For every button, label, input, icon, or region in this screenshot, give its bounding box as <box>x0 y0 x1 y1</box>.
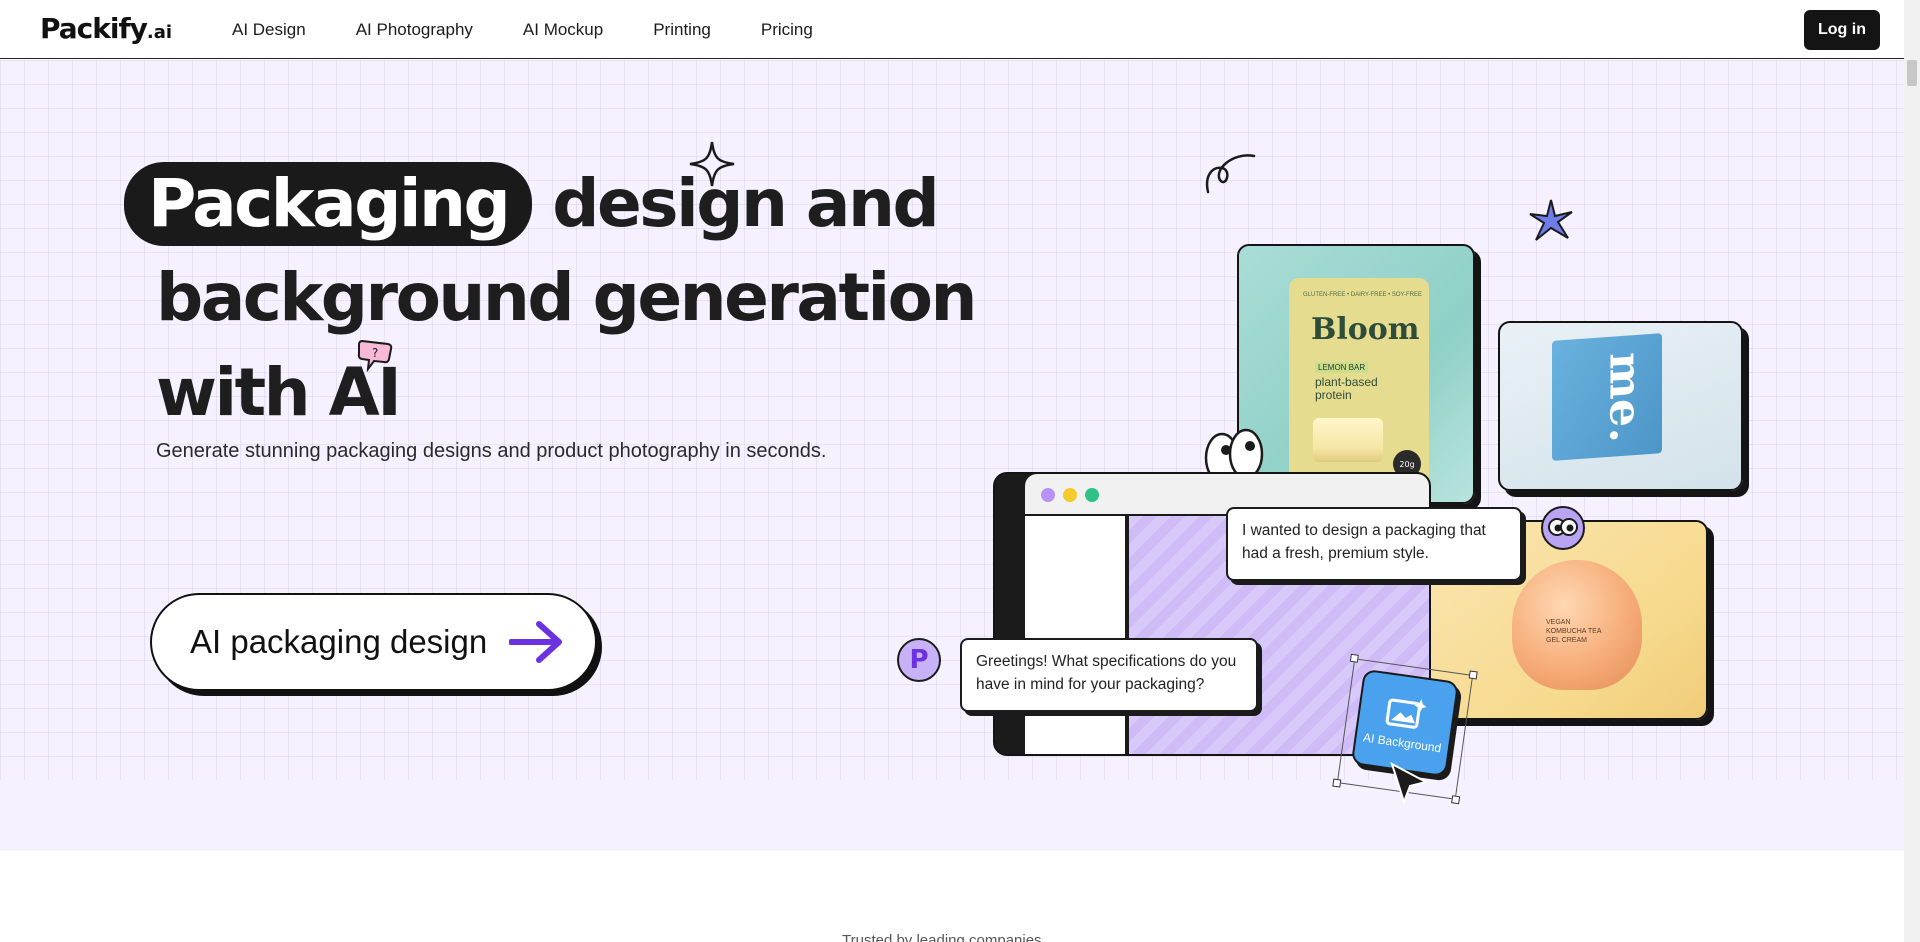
box-brand: me. <box>1599 350 1651 444</box>
selection-handle <box>1332 778 1342 788</box>
image-sparkle-icon <box>1385 698 1427 729</box>
avatar-letter: P <box>909 645 929 675</box>
login-button[interactable]: Log in <box>1804 10 1880 50</box>
bloom-pouch: GLUTEN-FREE • DAIRY-FREE • SOY-FREE Bloo… <box>1289 278 1429 502</box>
scrollbar-thumb[interactable] <box>1907 60 1917 86</box>
selection-handle <box>1468 670 1478 680</box>
face-avatar <box>1541 506 1585 550</box>
hero-section: Packaging design and background generatio… <box>0 60 1904 851</box>
ai-packaging-design-button[interactable]: AI packaging design <box>150 593 597 691</box>
jar-label: VEGAN KOMBUCHA TEA GEL CREAM <box>1546 619 1602 644</box>
logo-suffix: .ai <box>146 22 173 43</box>
logo-text: Packify <box>40 12 148 45</box>
chat-bubble-assistant: Greetings! What specifications do you ha… <box>960 638 1258 712</box>
site-header: Packify.ai AI Design AI Photography AI M… <box>0 0 1904 59</box>
selection-handle <box>1349 653 1359 663</box>
cake-image <box>1313 418 1383 462</box>
main-nav: AI Design AI Photography AI Mockup Print… <box>232 0 863 59</box>
svg-text:?: ? <box>372 346 378 360</box>
assistant-avatar: P <box>897 638 941 682</box>
nav-ai-mockup[interactable]: AI Mockup <box>523 20 603 40</box>
nav-ai-design[interactable]: AI Design <box>232 20 306 40</box>
hero-headline: Packaging design and <box>124 156 940 251</box>
question-bubble-icon: ? <box>357 339 393 372</box>
scrollbar[interactable] <box>1904 0 1920 942</box>
cream-jar: VEGAN KOMBUCHA TEA GEL CREAM <box>1512 560 1642 690</box>
nav-ai-photography[interactable]: AI Photography <box>356 20 473 40</box>
box-product-card: me. <box>1498 321 1743 491</box>
bloom-small-text: GLUTEN-FREE • DAIRY-FREE • SOY-FREE <box>1303 292 1423 298</box>
curl-doodle-icon <box>1205 154 1256 194</box>
browser-left-pane <box>1025 516 1127 754</box>
bloom-product-card: GLUTEN-FREE • DAIRY-FREE • SOY-FREE Bloo… <box>1237 244 1475 504</box>
window-dot-green <box>1085 488 1099 502</box>
arrow-right-icon <box>509 621 563 663</box>
nav-printing[interactable]: Printing <box>653 20 711 40</box>
cursor-icon <box>1390 761 1429 806</box>
headline-pill: Packaging <box>124 162 533 246</box>
star-icon <box>1529 199 1573 241</box>
selection-handle <box>1451 795 1461 805</box>
packify-logo[interactable]: Packify.ai <box>40 12 172 45</box>
headline-line1: design and <box>552 165 939 242</box>
trusted-caption: Trusted by leading companies <box>842 932 1042 942</box>
cta-label: AI packaging design <box>190 623 488 660</box>
window-dot-purple <box>1041 488 1055 502</box>
bloom-tag: LEMON BAR <box>1315 362 1369 373</box>
bloom-product: plant-based protein <box>1315 375 1378 402</box>
headline-line2: background generation <box>156 259 977 336</box>
blue-box: me. <box>1552 333 1662 461</box>
face-icon <box>1548 518 1578 536</box>
nav-pricing[interactable]: Pricing <box>761 20 813 40</box>
window-dot-yellow <box>1063 488 1077 502</box>
hero-subtitle: Generate stunning packaging designs and … <box>156 440 827 462</box>
chat-bubble-user: I wanted to design a packaging that had … <box>1226 507 1522 581</box>
bloom-brand: Bloom <box>1311 312 1420 347</box>
ai-background-label: AI Background <box>1362 730 1443 756</box>
